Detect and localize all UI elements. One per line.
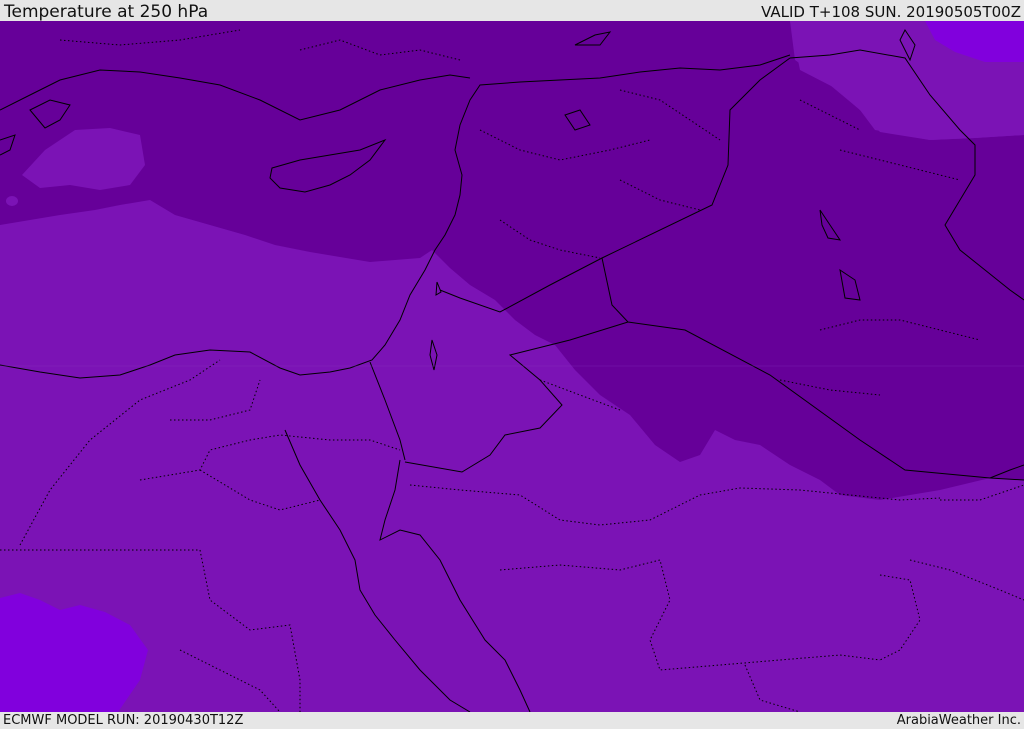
footer-bar: ECMWF MODEL RUN: 20190430T12Z ArabiaWeat… <box>0 712 1024 729</box>
temperature-small-pocket <box>6 196 18 206</box>
weather-map[interactable] <box>0 21 1024 712</box>
map-title: Temperature at 250 hPa <box>4 2 209 22</box>
model-run: ECMWF MODEL RUN: 20190430T12Z <box>3 713 244 728</box>
map-canvas <box>0 21 1024 712</box>
credit-text: ArabiaWeather Inc. <box>896 713 1021 728</box>
header-bar: Temperature at 250 hPa VALID T+108 SUN. … <box>0 0 1024 21</box>
valid-time: VALID T+108 SUN. 20190505T00Z <box>761 3 1021 21</box>
